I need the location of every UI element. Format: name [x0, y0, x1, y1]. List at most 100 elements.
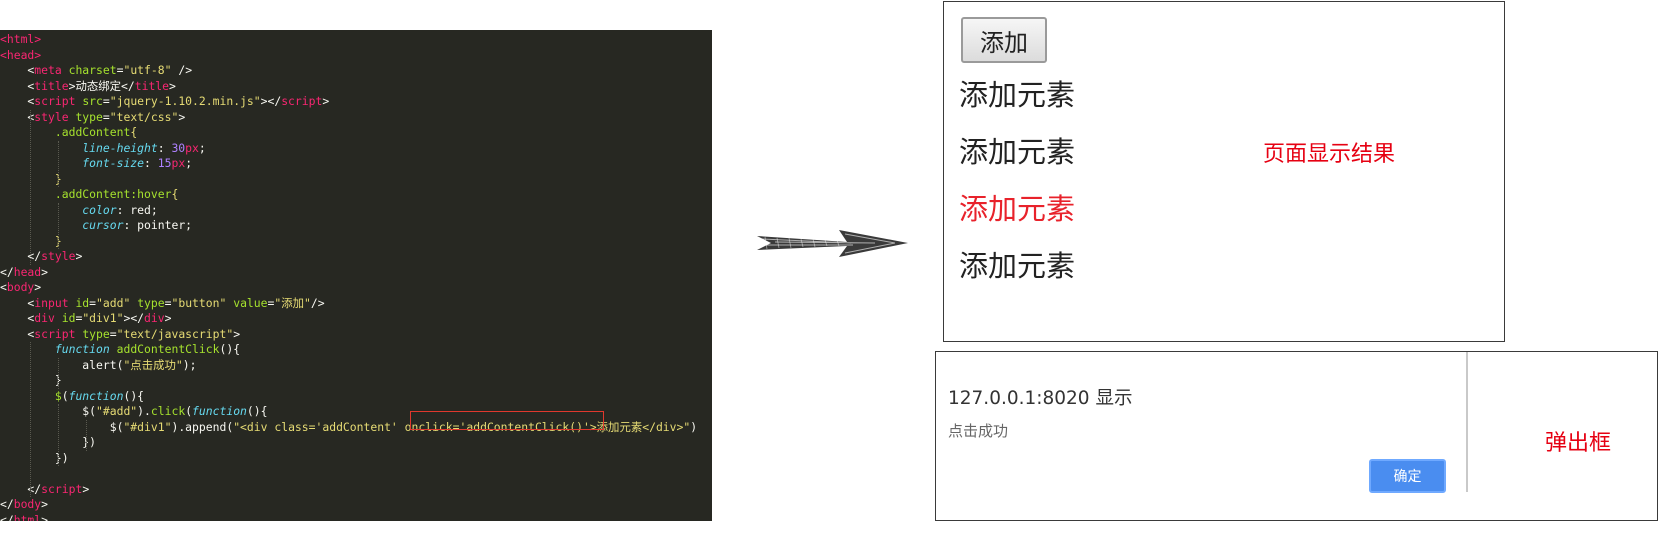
add-button[interactable]: 添加	[961, 17, 1047, 63]
code-token: ;	[198, 140, 206, 155]
code-token: value	[233, 295, 268, 310]
code-token: : pointer;	[123, 218, 193, 232]
code-token: ).append(	[171, 419, 234, 434]
added-element[interactable]: 添加元素	[959, 243, 1075, 285]
code-line: }	[0, 234, 697, 250]
code-line: alert("点击成功");	[0, 358, 697, 374]
added-element[interactable]: 添加元素	[959, 129, 1075, 171]
code-token: div	[144, 311, 165, 325]
code-token: body	[13, 497, 42, 511]
code-token: type	[75, 109, 103, 124]
code-token: $(	[0, 419, 124, 434]
code-token: $	[54, 388, 62, 403]
code-token: px	[185, 140, 199, 155]
code-line: })	[0, 451, 697, 467]
code-line: $(function(){	[0, 389, 697, 405]
code-line: .addContent{	[0, 125, 697, 141]
code-line: }	[0, 172, 697, 188]
code-line: <style type="text/css">	[0, 110, 697, 126]
added-element[interactable]: 添加元素	[959, 72, 1075, 114]
code-token: input	[34, 295, 69, 310]
code-token: </	[0, 497, 14, 511]
code-token: 15	[157, 156, 172, 170]
code-token: :	[157, 140, 172, 155]
code-token: <	[0, 280, 7, 294]
code-token: >	[164, 311, 172, 325]
code-token: >	[169, 78, 176, 93]
code-line: <html>	[0, 32, 697, 48]
code-token: (){	[246, 404, 268, 418]
code-token: line-height	[82, 140, 158, 155]
code-token: "jquery-1.10.2.min.js"	[109, 94, 261, 108]
added-element-hovered[interactable]: 添加元素	[959, 186, 1075, 228]
code-token: title	[134, 78, 170, 93]
code-token: style	[41, 249, 76, 263]
code-token: charset	[68, 63, 117, 77]
code-token: style	[34, 109, 69, 124]
indent-guide	[58, 404, 59, 466]
code-token: ></	[260, 94, 282, 108]
code-token: script	[34, 326, 76, 341]
code-token: title	[34, 78, 69, 93]
indent-guide	[58, 140, 59, 187]
code-token: ;	[185, 156, 193, 170]
code-line: })	[0, 435, 697, 451]
code-line: font-size: 15px;	[0, 156, 697, 172]
indent-guide	[58, 202, 59, 249]
code-token: </	[0, 264, 14, 279]
code-token: "add"	[96, 295, 131, 310]
code-line: </html>	[0, 513, 697, 522]
code-token: })	[0, 435, 97, 449]
code-token: (){	[123, 388, 145, 403]
code-token: html	[13, 512, 42, 522]
code-line: <script type="text/javascript">	[0, 327, 697, 343]
code-token: "text/javascript"	[116, 326, 234, 341]
code-token: <html>	[0, 32, 42, 46]
code-line: <body>	[0, 280, 697, 296]
code-token: color	[82, 202, 117, 217]
code-token: <	[0, 94, 35, 108]
code-token: </	[0, 512, 14, 522]
code-token: function	[192, 404, 247, 418]
code-token: "#add"	[96, 404, 138, 418]
code-line: </head>	[0, 265, 697, 281]
code-token: >	[41, 264, 49, 279]
code-line: <input id="add" type="button" value="添加"…	[0, 296, 697, 312]
ok-button[interactable]: 确定	[1369, 459, 1446, 493]
code-token: />	[310, 295, 325, 310]
code-token: font-size	[82, 156, 145, 170]
code-token: )	[690, 419, 698, 434]
code-token: script	[41, 481, 83, 496]
code-token: script	[281, 94, 323, 108]
code-line: </style>	[0, 249, 697, 265]
code-token: function	[54, 342, 110, 356]
code-token: type	[82, 326, 110, 341]
dialog-message: 点击成功	[948, 422, 1009, 440]
code-token: ).	[137, 404, 151, 418]
code-token: id	[61, 311, 76, 325]
code-token: <	[0, 326, 35, 341]
code-token: alert(	[0, 357, 124, 372]
code-token: meta	[34, 63, 62, 77]
code-token: ></	[123, 311, 145, 325]
code-token: (){	[219, 342, 241, 356]
code-token: >动态绑定</	[68, 78, 135, 93]
code-token: >	[34, 280, 42, 294]
code-token: "button"	[171, 295, 227, 310]
code-line: .addContent:hover{	[0, 187, 697, 203]
code-token: click	[150, 404, 186, 418]
dialog-caption: 弹出框	[1545, 431, 1612, 456]
code-token: {	[130, 125, 138, 139]
code-token: />	[171, 63, 193, 77]
code-line: <div id="div1"></div>	[0, 311, 697, 327]
